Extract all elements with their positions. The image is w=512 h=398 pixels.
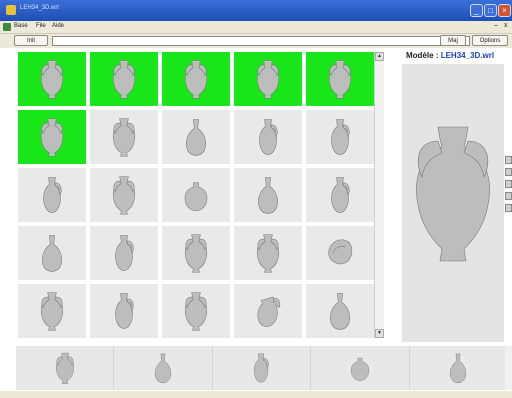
menu-aide[interactable]: Aide: [52, 23, 64, 29]
grid-cell[interactable]: [162, 226, 230, 280]
close-button[interactable]: ×: [498, 4, 511, 17]
broken-jug-icon: [257, 296, 281, 327]
menu-bar: Base File Aide – x: [0, 21, 512, 34]
jug-icon: [115, 235, 134, 271]
vase-icon: [185, 119, 207, 156]
strip-scrollbar[interactable]: [505, 346, 512, 390]
jug-icon: [331, 119, 350, 155]
grid-cell[interactable]: [306, 168, 374, 222]
mdi-close-icon[interactable]: x: [504, 22, 508, 29]
vase-icon: [329, 293, 351, 330]
model-preview[interactable]: [402, 64, 504, 342]
grid-cell[interactable]: [234, 110, 302, 164]
reset-tool-icon[interactable]: [505, 192, 512, 200]
init-button[interactable]: Init: [14, 35, 48, 46]
grid-scrollbar[interactable]: ▲ ▼: [374, 52, 384, 338]
amphora-icon: [184, 292, 208, 331]
grid-cell[interactable]: [90, 226, 158, 280]
grid-cell[interactable]: [18, 52, 86, 106]
grid-cell[interactable]: [162, 284, 230, 338]
query-strip: [16, 346, 508, 390]
strip-item[interactable]: [114, 346, 213, 390]
path-input[interactable]: [52, 36, 470, 46]
amphora-icon: [40, 292, 64, 331]
grid-cell[interactable]: [162, 52, 230, 106]
vase-icon: [41, 235, 63, 272]
scroll-up-icon[interactable]: ▲: [375, 52, 384, 61]
amphora-icon: [40, 60, 64, 99]
jug-icon: [331, 177, 350, 213]
grid-cell[interactable]: [306, 110, 374, 164]
vase-icon: [154, 353, 172, 384]
jug-icon: [259, 119, 278, 155]
amphora-icon: [40, 118, 64, 157]
amphora-icon: [112, 118, 136, 157]
amphora-icon: [112, 176, 136, 215]
menu-base[interactable]: Base: [14, 23, 28, 29]
amphora-icon: [256, 234, 280, 273]
amphora-icon: [112, 60, 136, 99]
amphora-icon: [184, 60, 208, 99]
shell-fragment-icon: [328, 239, 353, 265]
rotate-tool-icon[interactable]: [505, 156, 512, 164]
vase-icon: [257, 177, 279, 214]
results-grid: [18, 52, 374, 338]
model-title: Modèle : LEH34_3D.wrl: [406, 51, 494, 60]
light-tool-icon[interactable]: [505, 204, 512, 212]
model-file: LEH34_3D.wrl: [440, 51, 495, 60]
grid-cell[interactable]: [90, 52, 158, 106]
document-icon: [3, 23, 11, 31]
amphora-icon: [328, 60, 352, 99]
round-pot-icon: [350, 357, 370, 381]
strip-item[interactable]: [16, 346, 115, 390]
toolbar: Init Maj Options: [0, 34, 512, 48]
zoom-tool-icon[interactable]: [505, 168, 512, 176]
strip-item[interactable]: [213, 346, 312, 390]
title-bar: LEH34_3D.wrl _ □ ×: [0, 0, 512, 21]
amphora-icon: [55, 352, 74, 384]
grid-cell[interactable]: [18, 168, 86, 222]
grid-cell[interactable]: [306, 226, 374, 280]
mdi-minimize-icon[interactable]: –: [494, 22, 498, 29]
grid-cell[interactable]: [18, 284, 86, 338]
grid-cell[interactable]: [90, 168, 158, 222]
grid-cell[interactable]: [234, 226, 302, 280]
view-tools: [505, 156, 512, 226]
minimize-button[interactable]: _: [470, 4, 483, 17]
grid-cell[interactable]: [306, 284, 374, 338]
grid-cell[interactable]: [234, 168, 302, 222]
app-icon: [6, 5, 16, 15]
strip-item[interactable]: [410, 346, 508, 390]
grid-cell[interactable]: [162, 110, 230, 164]
pan-tool-icon[interactable]: [505, 180, 512, 188]
maximize-button[interactable]: □: [484, 4, 497, 17]
round-pot-icon: [184, 182, 208, 212]
grid-cell[interactable]: [162, 168, 230, 222]
jug-icon: [115, 293, 134, 329]
grid-cell[interactable]: [234, 52, 302, 106]
scroll-down-icon[interactable]: ▼: [375, 329, 384, 338]
menu-file[interactable]: File: [36, 23, 46, 29]
amphora-icon: [184, 234, 208, 273]
maj-button[interactable]: Maj: [440, 35, 466, 46]
amphora-3d-icon: [416, 126, 490, 262]
jug-icon: [43, 177, 62, 213]
options-button[interactable]: Options: [472, 35, 508, 46]
grid-cell[interactable]: [90, 110, 158, 164]
grid-cell[interactable]: [306, 52, 374, 106]
model-label: Modèle :: [406, 51, 439, 60]
window-title: LEH34_3D.wrl: [20, 5, 59, 11]
status-bar: [0, 391, 512, 398]
grid-cell[interactable]: [18, 110, 86, 164]
grid-cell[interactable]: [18, 226, 86, 280]
vase-icon: [450, 353, 467, 384]
grid-cell[interactable]: [234, 284, 302, 338]
amphora-icon: [256, 60, 280, 99]
grid-cell[interactable]: [90, 284, 158, 338]
strip-item[interactable]: [311, 346, 410, 390]
jug-icon: [254, 353, 270, 383]
